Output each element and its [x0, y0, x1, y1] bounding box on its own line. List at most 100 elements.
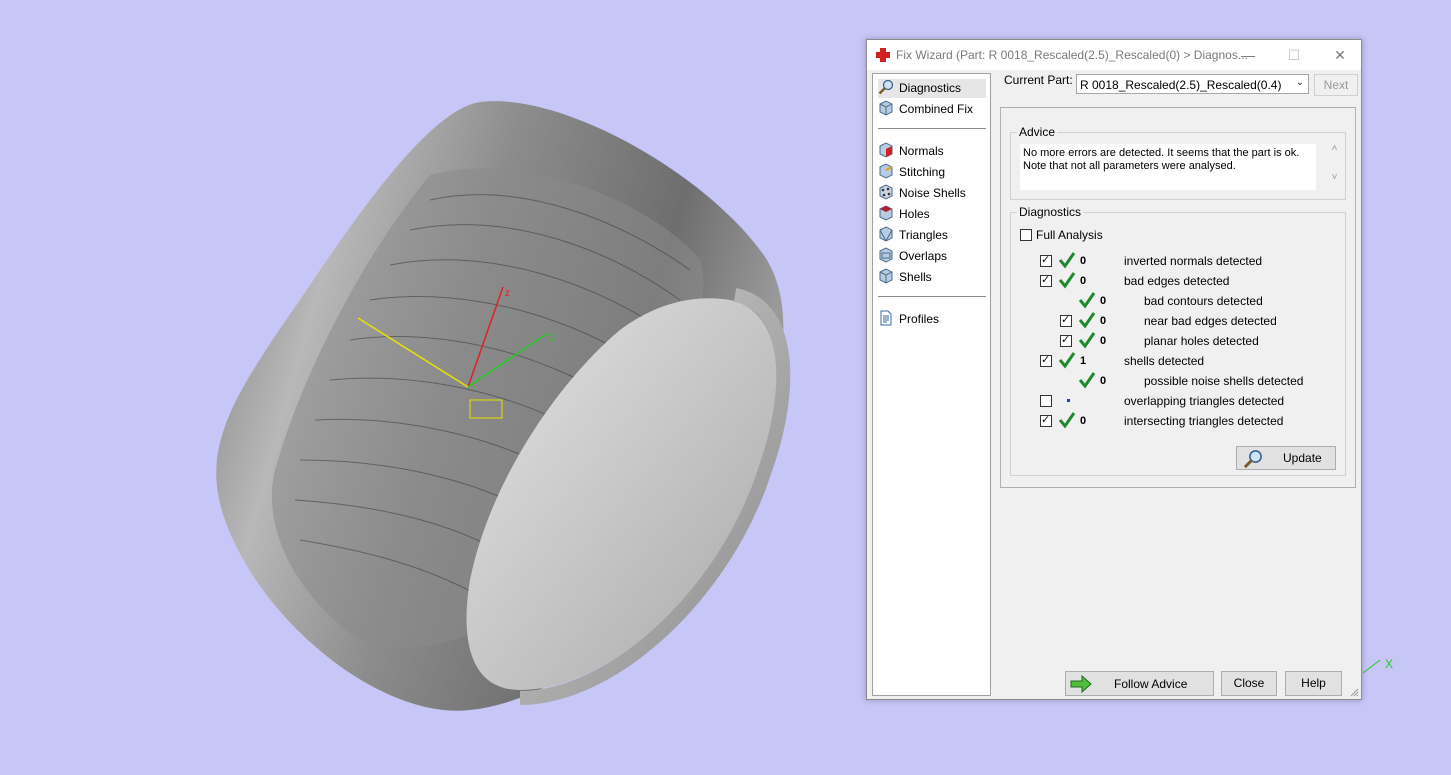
diagnostic-count: 0	[1080, 415, 1087, 427]
arrow-right-icon	[1070, 675, 1092, 693]
advice-group: Advice No more errors are detected. It s…	[1010, 125, 1346, 200]
nav-item-label: Overlaps	[899, 249, 948, 263]
nav-item-diagnostics[interactable]: Diagnostics	[878, 79, 986, 98]
green-check-icon	[1058, 352, 1076, 369]
green-check-icon	[1058, 412, 1076, 429]
stitching-cube-icon	[879, 163, 893, 179]
nav-item-shells[interactable]: Shells	[878, 268, 986, 287]
green-check-icon	[1078, 332, 1096, 349]
nav-item-normals[interactable]: Normals	[878, 142, 986, 161]
diagnostic-row-checkbox[interactable]	[1060, 313, 1072, 327]
advice-line-2: Note that not all parameters were analys…	[1023, 160, 1236, 172]
red-cross-icon	[876, 48, 890, 62]
nav-item-stitching[interactable]: Stitching	[878, 163, 986, 182]
diagnostic-row-checkbox[interactable]	[1040, 273, 1052, 287]
y-axis-label: y	[550, 332, 555, 343]
diagnostics-panel: Advice No more errors are detected. It s…	[1000, 107, 1356, 488]
nav-item-label: Diagnostics	[899, 81, 962, 95]
advice-scrollbar[interactable]: ˄ ˅	[1326, 143, 1343, 191]
window-title: Fix Wizard (Part: R 0018_Rescaled(2.5)_R…	[896, 48, 1248, 62]
fix-nav-panel: Diagnostics Combined Fix Normals Stitchi…	[872, 73, 991, 696]
diagnostic-label: inverted normals detected	[1124, 254, 1263, 268]
nav-item-label: Holes	[899, 207, 930, 221]
close-window-button[interactable]: ✕	[1317, 40, 1363, 70]
scroll-down-icon[interactable]: ˅	[1326, 172, 1343, 183]
nav-item-label: Triangles	[899, 228, 948, 242]
diagnostic-count: 0	[1100, 315, 1107, 327]
z-axis-label: z	[505, 288, 510, 299]
nav-item-profiles[interactable]: Profiles	[878, 310, 986, 329]
nav-item-triangles[interactable]: Triangles	[878, 226, 986, 245]
minimize-button[interactable]: —	[1225, 40, 1271, 70]
diagnostic-row-checkbox[interactable]	[1040, 395, 1052, 407]
diagnostic-count: 0	[1100, 335, 1107, 347]
green-check-icon	[1078, 372, 1096, 389]
follow-advice-label: Follow Advice	[1114, 677, 1188, 691]
scroll-up-icon[interactable]: ˄	[1326, 143, 1343, 154]
nav-item-overlaps[interactable]: Overlaps	[878, 247, 986, 266]
cube-icon	[879, 100, 893, 116]
advice-line-1: No more errors are detected. It seems th…	[1023, 147, 1300, 159]
nav-item-combined-fix[interactable]: Combined Fix	[878, 100, 986, 119]
diagnostic-count: 0	[1100, 295, 1107, 307]
corner-x-axis-label: X	[1385, 657, 1393, 671]
resize-grip-icon[interactable]	[1349, 687, 1359, 697]
diagnostics-group: Diagnostics Full Analysis 0 inverted norm…	[1010, 205, 1346, 476]
diagnostic-row-checkbox[interactable]	[1040, 353, 1052, 367]
current-part-label: Current Part:	[1004, 73, 1073, 87]
diagnostic-row-checkbox[interactable]	[1040, 413, 1052, 427]
diagnostic-label: planar holes detected	[1144, 334, 1259, 348]
diagnostic-count: 0	[1080, 275, 1087, 287]
nav-item-label: Stitching	[899, 165, 946, 179]
nav-item-label: Noise Shells	[899, 186, 966, 200]
update-button[interactable]: Update	[1236, 446, 1336, 470]
diagnostic-row-checkbox[interactable]	[1040, 253, 1052, 267]
next-button[interactable]: Next	[1314, 74, 1358, 96]
nav-item-label: Normals	[899, 144, 944, 158]
diagnostic-count: 0	[1100, 375, 1107, 387]
shells-cube-icon	[879, 268, 893, 284]
diagnostic-label: bad contours detected	[1144, 294, 1263, 308]
green-check-icon	[1078, 312, 1096, 329]
fix-wizard-dialog: Fix Wizard (Part: R 0018_Rescaled(2.5)_R…	[866, 39, 1362, 700]
follow-advice-button[interactable]: Follow Advice	[1065, 671, 1214, 696]
noise-shells-icon	[879, 184, 893, 200]
advice-legend: Advice	[1017, 125, 1058, 139]
close-button[interactable]: Close	[1221, 671, 1277, 696]
diagnostic-count: 1	[1080, 355, 1087, 367]
diagnostic-label: shells detected	[1124, 354, 1205, 368]
diagnostic-label: intersecting triangles detected	[1124, 414, 1284, 428]
nav-item-noise-shells[interactable]: Noise Shells	[878, 184, 986, 203]
title-bar[interactable]: Fix Wizard (Part: R 0018_Rescaled(2.5)_R…	[867, 40, 1361, 70]
diagnostic-label: overlapping triangles detected	[1124, 394, 1285, 408]
magnifier-icon	[878, 79, 894, 95]
nav-divider	[878, 128, 986, 129]
chevron-down-icon: ⌄	[1295, 77, 1304, 88]
green-check-icon	[1058, 272, 1076, 289]
pending-status-icon	[1067, 399, 1070, 402]
overlaps-cube-icon	[879, 247, 893, 263]
maximize-button[interactable]: ☐	[1271, 40, 1317, 70]
green-check-icon	[1078, 292, 1096, 309]
help-button[interactable]: Help	[1285, 671, 1342, 696]
advice-text-box: No more errors are detected. It seems th…	[1020, 144, 1316, 190]
document-icon	[880, 310, 892, 326]
magnifier-icon	[1243, 450, 1262, 469]
full-analysis-label: Full Analysis	[1036, 228, 1103, 242]
diagnostics-legend: Diagnostics	[1017, 205, 1084, 219]
nav-divider	[878, 296, 986, 297]
nav-item-holes[interactable]: Holes	[878, 205, 986, 224]
diagnostic-label: possible noise shells detected	[1144, 374, 1304, 388]
diagnostic-label: near bad edges detected	[1144, 314, 1277, 328]
triangles-cube-icon	[879, 226, 893, 242]
current-part-value: R 0018_Rescaled(2.5)_Rescaled(0.4)	[1080, 78, 1282, 92]
diagnostic-row-checkbox[interactable]	[1060, 333, 1072, 347]
nav-item-label: Profiles	[899, 312, 940, 326]
diagnostic-count: 0	[1080, 255, 1087, 267]
normals-cube-icon	[879, 142, 893, 158]
current-part-select[interactable]: R 0018_Rescaled(2.5)_Rescaled(0.4) ⌄	[1076, 74, 1309, 94]
nav-item-label: Combined Fix	[899, 102, 974, 116]
update-label: Update	[1283, 451, 1322, 465]
nav-item-label: Shells	[899, 270, 932, 284]
full-analysis-checkbox[interactable]	[1020, 229, 1032, 241]
